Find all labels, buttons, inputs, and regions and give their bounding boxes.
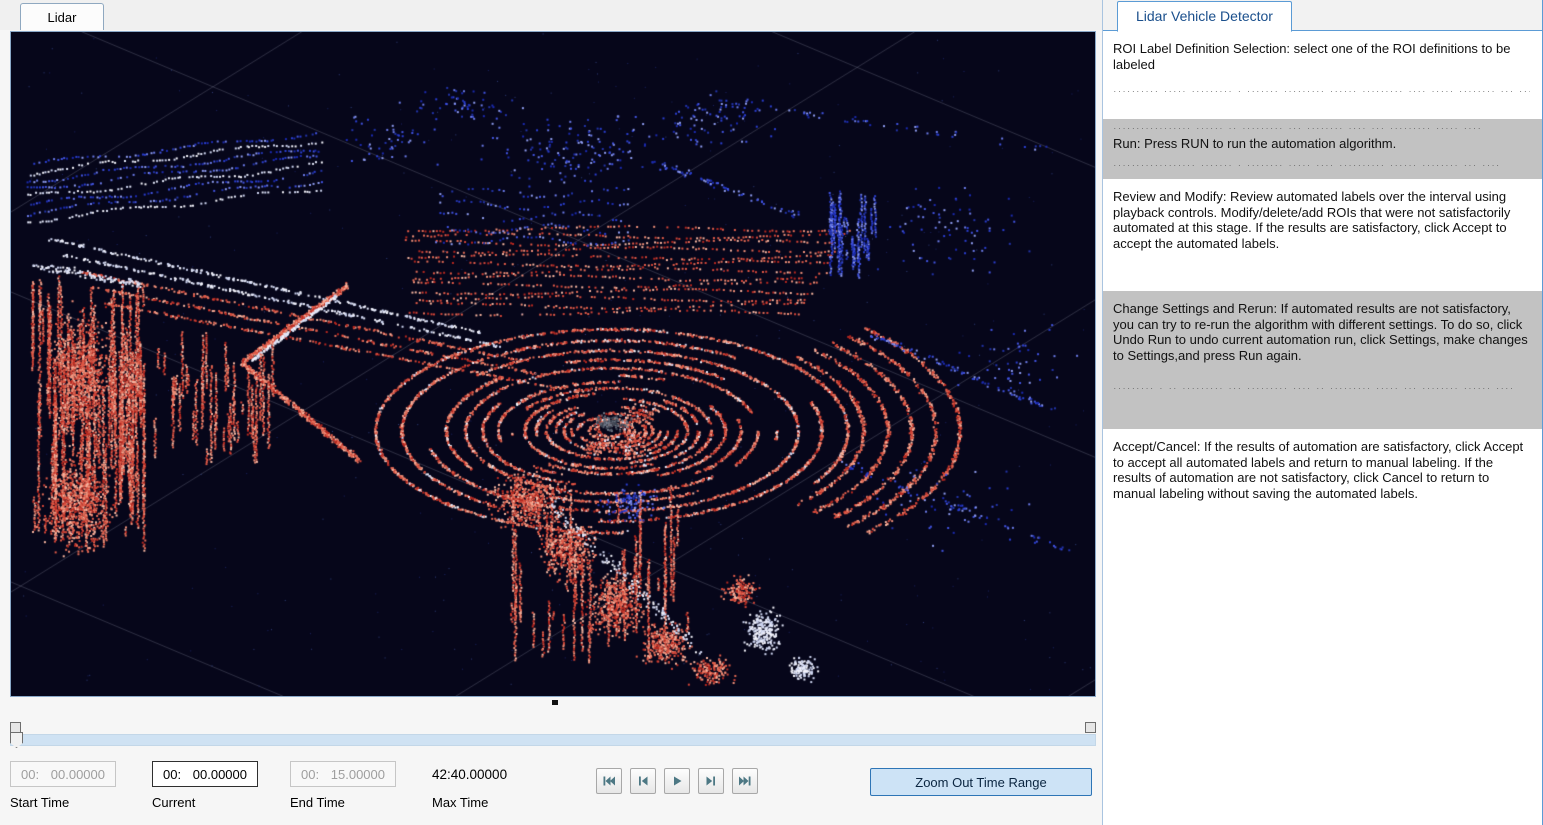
range-start-handle[interactable] [10, 722, 21, 733]
current-time-field[interactable]: 00: 00.00000 [152, 761, 258, 787]
end-time-minutes: 00: [301, 767, 319, 782]
zoom-out-time-range-button[interactable]: Zoom Out Time Range [870, 768, 1092, 796]
separator-dots: .................. ....... . ........ ..… [1113, 162, 1530, 168]
max-time-label: Max Time [432, 795, 488, 810]
viewer-resize-handle[interactable] [552, 700, 558, 705]
lidar-pane: Lidar 00: 00.00000 00: 00.00000 00: 15.0… [0, 0, 1102, 825]
instruction-review-modify: Review and Modify: Review automated labe… [1103, 179, 1542, 291]
separator-dots: ......... . .. ......... ... ......... .… [1113, 385, 1530, 391]
lidar-point-cloud[interactable] [11, 32, 1095, 696]
step-forward-icon [704, 774, 718, 788]
current-time-value: 00.00000 [193, 767, 247, 782]
separator-dots: ................. ...... .. ......... ..… [1113, 125, 1530, 131]
start-time-field[interactable]: 00: 00.00000 [10, 761, 116, 787]
start-time-label: Start Time [10, 795, 69, 810]
lidar-tabbar: Lidar [0, 0, 1102, 30]
end-time-label: End Time [290, 795, 345, 810]
playback-controls [596, 768, 758, 794]
play-icon [670, 774, 684, 788]
go-to-start-button[interactable] [596, 768, 622, 794]
start-time-minutes: 00: [21, 767, 39, 782]
instruction-text: Accept/Cancel: If the results of automat… [1113, 439, 1530, 501]
instruction-text: Review and Modify: Review automated labe… [1113, 189, 1530, 251]
step-backward-button[interactable] [630, 768, 656, 794]
instruction-text: Run: Press RUN to run the automation alg… [1113, 136, 1530, 152]
tab-lidar[interactable]: Lidar [20, 3, 104, 30]
end-time-field[interactable]: 00: 15.00000 [290, 761, 396, 787]
max-time-value: 42:40.00000 [432, 767, 507, 782]
go-to-end-icon [738, 774, 752, 788]
step-backward-icon [636, 774, 650, 788]
go-to-end-button[interactable] [732, 768, 758, 794]
current-time-minutes: 00: [163, 767, 181, 782]
instruction-change-settings: Change Settings and Rerun: If automated … [1103, 291, 1542, 429]
instruction-accept-cancel: Accept/Cancel: If the results of automat… [1103, 429, 1542, 529]
start-time-value: 00.00000 [51, 767, 105, 782]
lidar-viewer [10, 31, 1096, 697]
instruction-text: ROI Label Definition Selection: select o… [1113, 41, 1530, 72]
go-to-start-icon [602, 774, 616, 788]
current-time-label: Current [152, 795, 195, 810]
instruction-text: Change Settings and Rerun: If automated … [1113, 301, 1530, 363]
automation-instructions-pane: Lidar Vehicle Detector ROI Label Definit… [1102, 0, 1543, 825]
step-forward-button[interactable] [698, 768, 724, 794]
end-time-value: 15.00000 [331, 767, 385, 782]
lidar-labeler-window: Lidar 00: 00.00000 00: 00.00000 00: 15.0… [0, 0, 1543, 825]
instruction-roi-selection: ROI Label Definition Selection: select o… [1103, 31, 1542, 119]
separator-dots: .......... ..... ......... . ....... ...… [1113, 88, 1530, 94]
tab-lidar-vehicle-detector[interactable]: Lidar Vehicle Detector [1117, 1, 1292, 32]
instruction-run: ................. ...... .. ......... ..… [1103, 119, 1542, 179]
play-button[interactable] [664, 768, 690, 794]
time-range-track[interactable] [10, 734, 1096, 746]
automation-tabbar: Lidar Vehicle Detector [1103, 0, 1542, 31]
range-end-handle[interactable] [1085, 722, 1096, 733]
